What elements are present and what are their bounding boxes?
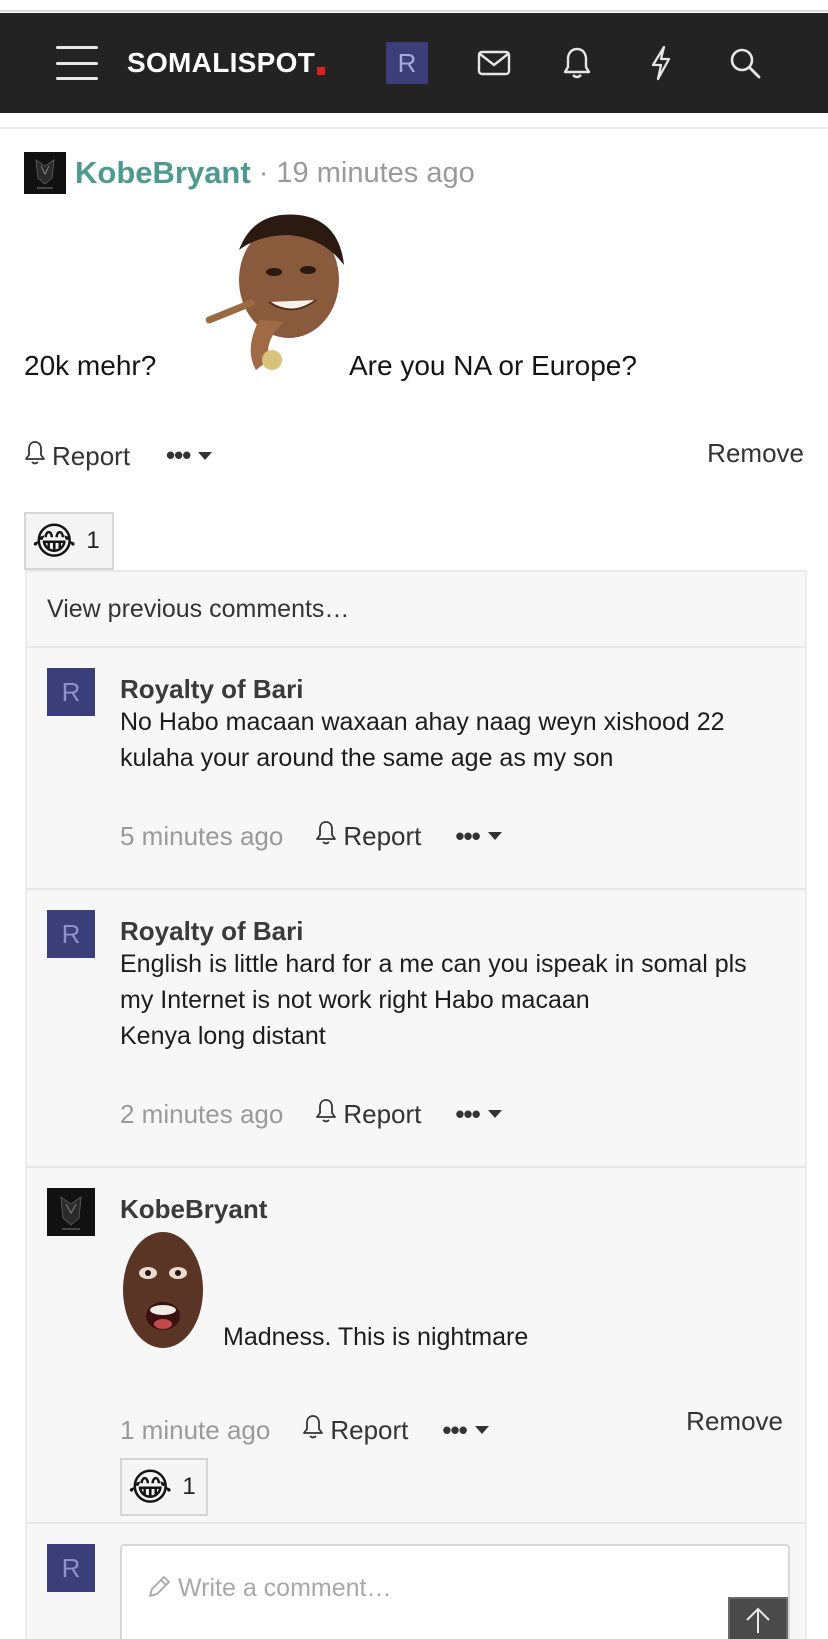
comment-text: English is little hard for a me can you … — [120, 946, 800, 1054]
reaction-badge[interactable]: 😂 1 — [120, 1458, 208, 1516]
comment-line: my Internet is not work right Habo macaa… — [120, 986, 590, 1014]
more-options-button[interactable]: ••• — [455, 1098, 502, 1130]
site-logo[interactable]: SOMALISPOT — [127, 13, 327, 113]
report-button[interactable]: Report — [302, 1414, 408, 1447]
ellipsis-icon: ••• — [455, 1098, 480, 1129]
comment-image — [120, 1228, 206, 1350]
post-image — [174, 210, 364, 385]
logo-text: SOMALISPOT — [127, 47, 316, 78]
post-header: KobeBryant · 19 minutes ago — [24, 152, 475, 194]
report-label: Report — [52, 441, 131, 471]
comment-meta: 1 minute ago Report ••• — [120, 1412, 489, 1448]
comment-item: R Royalty of Bari No Habo macaan waxaan … — [27, 648, 805, 890]
comment-line: Kenya long distant — [120, 1022, 326, 1050]
comment-text: No Habo macaan waxaan ahay naag weyn xis… — [120, 704, 800, 776]
ellipsis-icon: ••• — [442, 1414, 467, 1445]
view-previous-comments-link[interactable]: View previous comments… — [27, 570, 805, 648]
write-comment-row: R Write a comment… — [27, 1524, 805, 1639]
comment-input[interactable]: Write a comment… — [120, 1544, 790, 1639]
comment-input-placeholder: Write a comment… — [178, 1574, 392, 1602]
lightning-icon[interactable] — [639, 13, 683, 113]
reaction-count: 1 — [86, 527, 100, 554]
scroll-to-top-button[interactable] — [728, 1597, 788, 1639]
chevron-down-icon — [474, 1426, 489, 1434]
post-body: 20k mehr? Are you NA or Europe? — [24, 210, 804, 390]
more-options-button[interactable]: ••• — [442, 1414, 489, 1446]
envelope-icon[interactable] — [472, 13, 516, 113]
more-options-button[interactable]: ••• — [166, 440, 213, 471]
ellipsis-icon: ••• — [455, 820, 480, 851]
post-actions: Report ••• Remove — [24, 438, 804, 476]
report-label: Report — [343, 820, 422, 851]
post-text: Are you NA or Europe? — [349, 350, 637, 381]
remove-button[interactable]: Remove — [686, 1406, 783, 1437]
laughing-emoji-icon: 😂 — [32, 520, 77, 563]
post-timestamp[interactable]: · 19 minutes ago — [259, 157, 475, 190]
chevron-down-icon — [487, 1110, 502, 1118]
comment-author[interactable]: Royalty of Bari — [120, 916, 304, 947]
bell-icon — [315, 1098, 337, 1131]
post-text: 20k mehr? — [24, 350, 157, 381]
remove-button[interactable]: Remove — [707, 438, 804, 469]
comment-author[interactable]: Royalty of Bari — [120, 674, 304, 705]
top-strip — [0, 0, 828, 12]
chevron-down-icon — [487, 832, 502, 840]
avatar[interactable]: R — [47, 910, 95, 958]
avatar[interactable]: R — [47, 1544, 95, 1592]
avatar: R — [386, 42, 428, 84]
bell-icon[interactable] — [555, 13, 599, 113]
comments-section: View previous comments… R Royalty of Bar… — [25, 570, 807, 1639]
post-author-link[interactable]: KobeBryant — [75, 155, 251, 191]
report-label: Report — [330, 1414, 409, 1445]
search-icon[interactable] — [723, 13, 767, 113]
comment-item: R Royalty of Bari English is little hard… — [27, 890, 805, 1168]
reaction-count: 1 — [182, 1473, 196, 1500]
comment-author[interactable]: KobeBryant — [120, 1194, 267, 1225]
comment-line: kulaha your around the same age as my so… — [120, 744, 614, 772]
comment-timestamp[interactable]: 2 minutes ago — [120, 1099, 283, 1130]
pencil-icon — [146, 1574, 172, 1607]
comment-timestamp[interactable]: 1 minute ago — [120, 1415, 270, 1446]
more-options-button[interactable]: ••• — [455, 820, 502, 852]
reaction-badge[interactable]: 😂 1 — [24, 512, 114, 570]
report-button[interactable]: Report — [315, 1098, 421, 1131]
comment-text: Madness. This is nightmare — [223, 1323, 529, 1351]
report-button[interactable]: Report — [315, 820, 421, 853]
divider — [0, 127, 828, 129]
arrow-up-icon — [743, 1605, 773, 1639]
logo-dot — [317, 67, 326, 75]
navbar: SOMALISPOT R — [0, 13, 828, 113]
comment-timestamp[interactable]: 5 minutes ago — [120, 821, 283, 852]
report-label: Report — [343, 1098, 422, 1129]
ellipsis-icon: ••• — [166, 440, 191, 470]
comment-line: No Habo macaan waxaan ahay naag weyn xis… — [120, 708, 725, 736]
avatar[interactable] — [24, 152, 66, 194]
chevron-down-icon — [198, 451, 213, 460]
bell-icon — [302, 1414, 324, 1447]
comment-meta: 5 minutes ago Report ••• — [120, 818, 502, 854]
user-avatar-button[interactable]: R — [386, 13, 428, 113]
comment-item: KobeBryant Madness. This is nightmare 1 … — [27, 1168, 805, 1524]
avatar[interactable] — [47, 1188, 95, 1236]
comment-meta: 2 minutes ago Report ••• — [120, 1096, 502, 1132]
bell-icon — [24, 440, 46, 473]
laughing-emoji-icon: 😂 — [128, 1466, 173, 1509]
menu-icon[interactable] — [52, 13, 102, 113]
report-button[interactable]: Report — [24, 440, 130, 473]
comment-line: English is little hard for a me can you … — [120, 950, 747, 978]
bell-icon — [315, 820, 337, 853]
avatar[interactable]: R — [47, 668, 95, 716]
